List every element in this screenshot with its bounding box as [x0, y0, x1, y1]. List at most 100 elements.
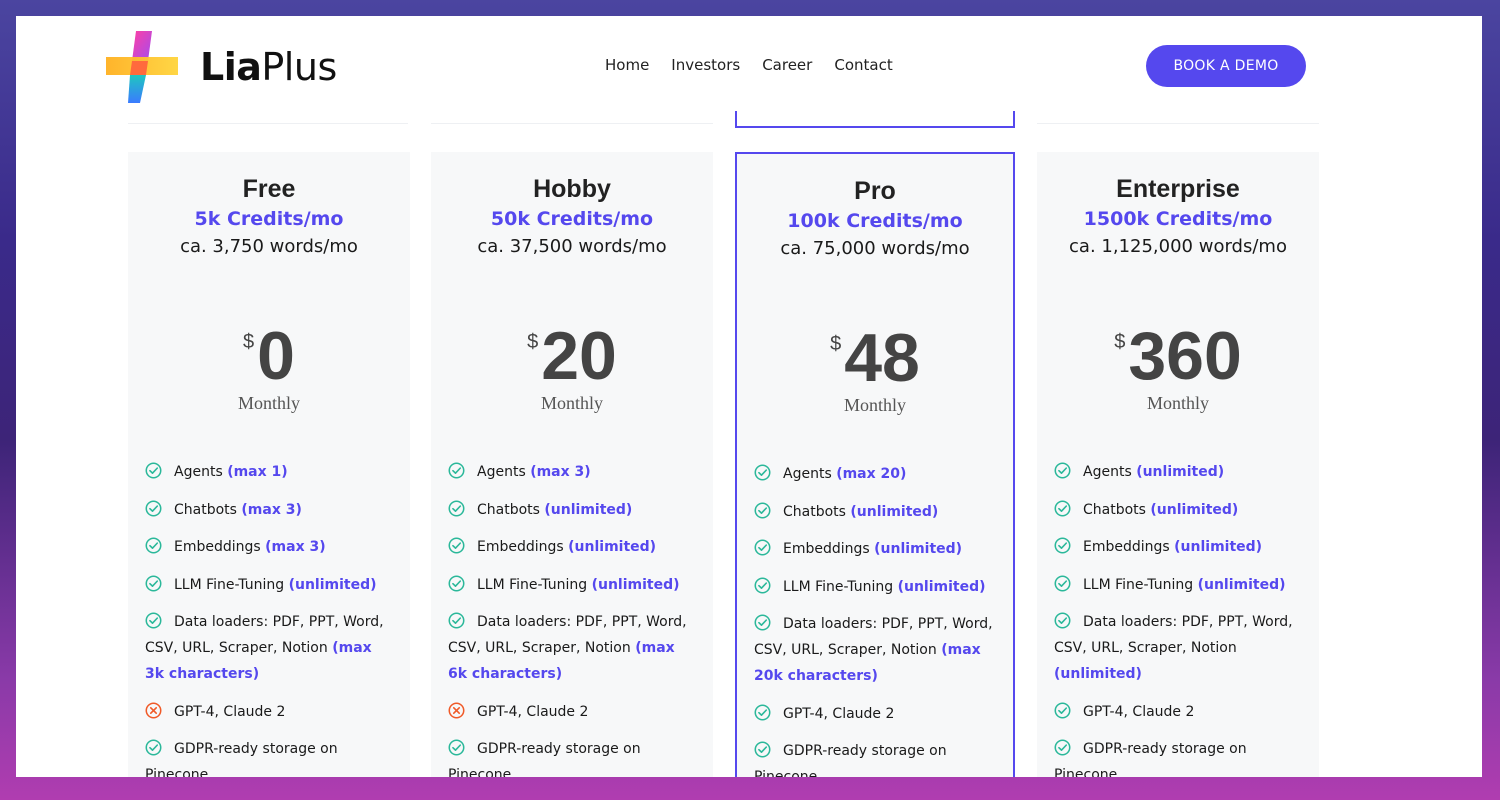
- plan-words: ca. 37,500 words/mo: [477, 236, 667, 257]
- feature-item: LLM Fine-Tuning (unlimited): [754, 574, 997, 600]
- pricing-page: LiaPlus Home Investors Career Contact BO…: [16, 16, 1482, 777]
- check-icon: [448, 739, 465, 756]
- feature-text: GPT-4, Claude 2: [1083, 703, 1195, 720]
- feature-limit: (unlimited): [1174, 539, 1263, 555]
- liaplus-logo-icon: [106, 31, 178, 103]
- feature-text: Chatbots: [783, 503, 846, 520]
- plan-price: $ 360: [1037, 318, 1319, 394]
- check-icon: [448, 612, 465, 629]
- check-icon: [754, 464, 771, 481]
- feature-item: GPT-4, Claude 2: [754, 701, 997, 727]
- feature-item: Agents (max 3): [448, 459, 697, 485]
- feature-text: LLM Fine-Tuning: [783, 578, 894, 595]
- feature-limit: (unlimited): [1197, 576, 1286, 593]
- price-amount: 360: [1128, 318, 1242, 394]
- feature-limit: (max 3): [530, 464, 591, 480]
- feature-text: GPT-4, Claude 2: [783, 705, 895, 722]
- feature-list: Agents (max 3) Chatbots (unlimited) Embedd…: [431, 459, 713, 777]
- feature-text: LLM Fine-Tuning: [1083, 576, 1194, 593]
- check-icon: [754, 539, 771, 556]
- plan-card-free: Free 5k Credits/mo ca. 3,750 words/mo $ …: [128, 152, 410, 777]
- plan-credits: 100k Credits/mo: [787, 210, 963, 232]
- plan-card-enterprise: Enterprise 1500k Credits/mo ca. 1,125,00…: [1037, 152, 1319, 777]
- feature-text: LLM Fine-Tuning: [477, 576, 588, 593]
- feature-item: GDPR-ready storage on Pinecone: [145, 736, 394, 777]
- nav-investors[interactable]: Investors: [671, 56, 740, 74]
- feature-limit: (max 1): [227, 464, 288, 480]
- currency-symbol: $: [243, 331, 255, 353]
- feature-text: Agents: [477, 464, 526, 480]
- check-icon: [754, 614, 771, 631]
- feature-item: Agents (unlimited): [1054, 459, 1303, 485]
- plan-name: Free: [242, 175, 296, 203]
- check-icon: [754, 741, 771, 758]
- feature-limit: (unlimited): [1136, 464, 1225, 480]
- plan-credits: 1500k Credits/mo: [1083, 208, 1273, 230]
- feature-item: Agents (max 20): [754, 461, 997, 487]
- feature-limit: (unlimited): [591, 576, 680, 593]
- check-icon: [448, 462, 465, 479]
- check-icon: [145, 739, 162, 756]
- feature-item: Data loaders: PDF, PPT, Word, CSV, URL, …: [145, 609, 394, 687]
- feature-item: Chatbots (max 3): [145, 497, 394, 523]
- feature-text: Agents: [783, 466, 832, 482]
- check-icon: [448, 575, 465, 591]
- book-demo-button[interactable]: BOOK A DEMO: [1146, 45, 1306, 87]
- check-icon: [1054, 612, 1071, 629]
- currency-symbol: $: [830, 333, 842, 355]
- currency-symbol: $: [1114, 331, 1126, 353]
- logo[interactable]: LiaPlus: [106, 31, 337, 103]
- check-icon: [1054, 462, 1071, 479]
- feature-text: Data loaders: PDF, PPT, Word, CSV, URL, …: [1054, 614, 1293, 656]
- feature-text: GDPR-ready storage on Pinecone: [754, 743, 947, 777]
- feature-text: GPT-4, Claude 2: [174, 703, 286, 720]
- check-icon: [448, 537, 465, 554]
- plan-price: $ 20: [431, 322, 713, 390]
- feature-text: Chatbots: [477, 501, 540, 518]
- check-icon: [1054, 739, 1071, 756]
- divider: [431, 123, 713, 124]
- feature-list: Agents (unlimited) Chatbots (unlimited) Em…: [1037, 459, 1319, 777]
- feature-list: Agents (max 20) Chatbots (unlimited) Embed…: [737, 461, 1013, 777]
- nav-contact[interactable]: Contact: [834, 56, 892, 74]
- nav-home[interactable]: Home: [605, 56, 649, 74]
- check-icon: [145, 612, 162, 629]
- feature-limit: (unlimited): [1054, 666, 1142, 682]
- main-nav: Home Investors Career Contact: [605, 56, 893, 74]
- feature-limit: (max 20): [836, 466, 907, 482]
- feature-item: Chatbots (unlimited): [448, 497, 697, 523]
- price-amount: 48: [844, 320, 920, 396]
- feature-item: Chatbots (unlimited): [1054, 497, 1303, 523]
- nav-career[interactable]: Career: [762, 56, 812, 74]
- check-icon: [1054, 702, 1071, 718]
- feature-text: GDPR-ready storage on Pinecone: [448, 741, 641, 777]
- price-amount: 0: [257, 318, 295, 394]
- feature-text: Agents: [174, 464, 223, 480]
- plan-credits: 5k Credits/mo: [194, 208, 344, 230]
- check-icon: [754, 502, 771, 518]
- feature-limit: (max 3): [265, 539, 326, 555]
- feature-text: Chatbots: [174, 501, 237, 518]
- feature-limit: (max 3): [241, 501, 302, 518]
- feature-item: Data loaders: PDF, PPT, Word, CSV, URL, …: [448, 609, 697, 687]
- plan-price: $ 48: [737, 320, 1013, 396]
- feature-list: Agents (max 1) Chatbots (max 3) Embeddings…: [128, 459, 410, 777]
- check-icon: [145, 462, 162, 479]
- feature-item: LLM Fine-Tuning (unlimited): [145, 572, 394, 598]
- plan-credits: 50k Credits/mo: [490, 208, 654, 230]
- feature-limit: (unlimited): [897, 578, 986, 595]
- feature-text: Agents: [1083, 464, 1132, 480]
- billing-period: Monthly: [843, 395, 906, 415]
- feature-limit: (unlimited): [544, 501, 633, 518]
- feature-item: LLM Fine-Tuning (unlimited): [1054, 572, 1303, 598]
- currency-symbol: $: [527, 331, 539, 353]
- plan-name: Pro: [854, 177, 896, 205]
- plan-words: ca. 75,000 words/mo: [780, 238, 970, 259]
- check-icon: [145, 575, 162, 591]
- feature-item: GPT-4, Claude 2: [145, 699, 394, 725]
- cross-icon: [145, 702, 162, 718]
- feature-item: GPT-4, Claude 2: [448, 699, 697, 725]
- feature-item: GDPR-ready storage on Pinecone: [1054, 736, 1303, 777]
- plan-card-pro: Pro 100k Credits/mo ca. 75,000 words/mo …: [735, 152, 1015, 777]
- feature-text: Embeddings: [1083, 539, 1170, 555]
